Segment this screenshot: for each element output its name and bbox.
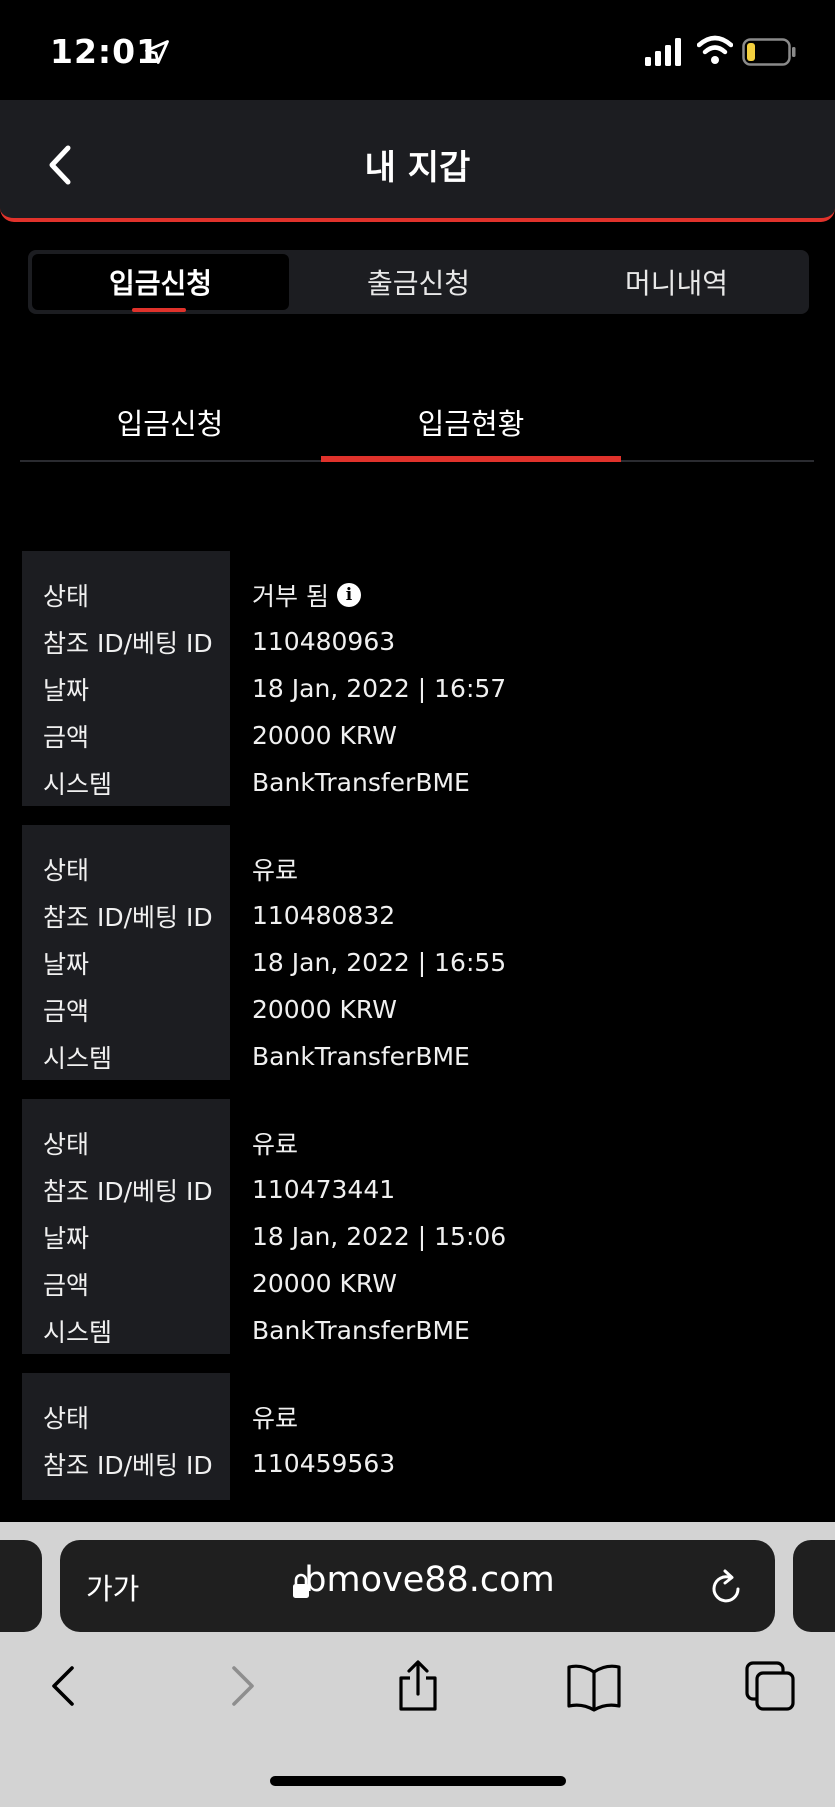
row-label: 참조 ID/베팅 ID [43, 1176, 213, 1206]
record-row-status: 상태 거부 됨 i [22, 571, 816, 618]
url-value: bmove88.com [304, 1560, 555, 1600]
row-value: 110473441 [252, 1175, 396, 1204]
row-label: 금액 [43, 996, 90, 1026]
battery-icon [742, 38, 796, 66]
subtab-active-indicator [321, 456, 621, 462]
row-label: 시스템 [43, 1043, 113, 1073]
reload-icon[interactable] [708, 1568, 744, 1606]
subtab-label: 입금현황 [417, 407, 525, 441]
home-indicator[interactable] [270, 1776, 566, 1786]
subtab-label: 입금신청 [116, 407, 224, 441]
row-value: 유료 [252, 1403, 299, 1433]
row-label: 시스템 [43, 1317, 113, 1347]
browser-back-icon[interactable] [46, 1660, 80, 1712]
row-value: BankTransferBME [252, 768, 470, 797]
record-row-amount: 금액 20000 KRW [22, 986, 816, 1033]
info-icon[interactable]: i [336, 582, 361, 607]
row-label: 날짜 [43, 675, 90, 705]
tab-label: 머니내역 [624, 267, 729, 300]
record-row-amount: 금액 20000 KRW [22, 1260, 816, 1307]
bookmarks-icon[interactable] [566, 1660, 622, 1712]
row-value: BankTransferBME [252, 1316, 470, 1345]
row-value: 18 Jan, 2022 | 16:55 [252, 948, 507, 977]
page-title: 내 지갑 [364, 148, 471, 188]
browser-forward-icon[interactable] [226, 1660, 260, 1712]
record-row-ref-id: 참조 ID/베팅 ID 110459563 [22, 1440, 816, 1487]
row-value: 20000 KRW [252, 995, 397, 1024]
record-row-ref-id: 참조 ID/베팅 ID 110473441 [22, 1166, 816, 1213]
status-value: 거부 됨 [252, 581, 329, 611]
row-value: BankTransferBME [252, 1042, 470, 1071]
row-label: 상태 [43, 1129, 90, 1159]
record-row-system: 시스템 BankTransferBME [22, 1307, 816, 1354]
row-label: 상태 [43, 1403, 90, 1433]
row-value: 110480832 [252, 901, 396, 930]
wifi-icon [697, 35, 733, 64]
row-label: 상태 [43, 581, 90, 611]
deposit-record: 상태 유료 참조 ID/베팅 ID 110480832 날짜 18 Jan, 2… [22, 825, 816, 1080]
subtab-deposit-status[interactable]: 입금현황 [321, 380, 621, 464]
row-value: 110459563 [252, 1449, 396, 1478]
row-value: 18 Jan, 2022 | 15:06 [252, 1222, 507, 1251]
record-row-status: 상태 유료 [22, 845, 816, 892]
deposit-record: 상태 유료 참조 ID/베팅 ID 110473441 날짜 18 Jan, 2… [22, 1099, 816, 1354]
row-label: 날짜 [43, 1223, 90, 1253]
row-label: 금액 [43, 1270, 90, 1300]
active-tab-underline [132, 308, 186, 312]
row-label: 참조 ID/베팅 ID [43, 628, 213, 658]
row-value: 유료 [252, 1129, 299, 1159]
row-label: 금액 [43, 722, 90, 752]
record-row-system: 시스템 BankTransferBME [22, 759, 816, 806]
row-value: 20000 KRW [252, 721, 397, 750]
record-row-date: 날짜 18 Jan, 2022 | 16:55 [22, 939, 816, 986]
record-row-date: 날짜 18 Jan, 2022 | 16:57 [22, 665, 816, 712]
row-value: 거부 됨 i [252, 577, 361, 613]
record-row-ref-id: 참조 ID/베팅 ID 110480832 [22, 892, 816, 939]
share-icon[interactable] [393, 1660, 443, 1712]
deposit-record: 상태 유료 참조 ID/베팅 ID 110459563 [22, 1373, 816, 1500]
row-label: 상태 [43, 855, 90, 885]
row-value: 110480963 [252, 627, 396, 656]
record-row-system: 시스템 BankTransferBME [22, 1033, 816, 1080]
record-row-amount: 금액 20000 KRW [22, 712, 816, 759]
tab-money-history[interactable]: 머니내역 [548, 250, 805, 314]
tab-withdraw-request[interactable]: 출금신청 [290, 250, 547, 314]
location-arrow-icon [145, 40, 169, 64]
row-value: 20000 KRW [252, 1269, 397, 1298]
tab-label: 입금신청 [108, 267, 213, 300]
tabs-icon[interactable] [744, 1660, 796, 1712]
row-label: 참조 ID/베팅 ID [43, 902, 213, 932]
record-row-status: 상태 유료 [22, 1119, 816, 1166]
row-label: 시스템 [43, 769, 113, 799]
row-value: 18 Jan, 2022 | 16:57 [252, 674, 507, 703]
tab-deposit-request[interactable]: 입금신청 [32, 254, 289, 312]
deposit-record: 상태 거부 됨 i 참조 ID/베팅 ID 110480963 날짜 18 Ja… [22, 551, 816, 806]
row-label: 참조 ID/베팅 ID [43, 1450, 213, 1480]
subtab-deposit-request[interactable]: 입금신청 [20, 380, 320, 464]
cellular-signal-icon [645, 38, 681, 66]
record-row-ref-id: 참조 ID/베팅 ID 110480963 [22, 618, 816, 665]
tab-label: 출금신청 [366, 267, 471, 300]
record-row-status: 상태 유료 [22, 1393, 816, 1440]
record-row-date: 날짜 18 Jan, 2022 | 15:06 [22, 1213, 816, 1260]
wallet-segment-tabs: 입금신청 출금신청 머니내역 [28, 250, 809, 314]
row-value: 유료 [252, 855, 299, 885]
row-label: 날짜 [43, 949, 90, 979]
